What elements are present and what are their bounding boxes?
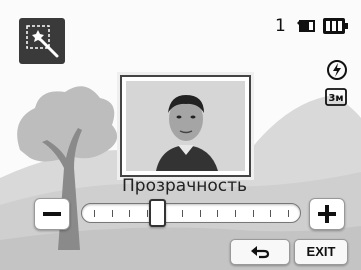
transparency-slider-thumb[interactable]	[149, 199, 167, 227]
size-icon-text: 3м	[328, 93, 343, 104]
slider-tick	[129, 210, 131, 217]
slider-tick	[199, 210, 201, 217]
slider-tick	[182, 210, 184, 217]
slider-tick	[146, 210, 148, 217]
exit-button[interactable]: EXIT	[294, 239, 348, 265]
plus-icon	[318, 205, 336, 223]
decrease-button[interactable]	[34, 198, 70, 230]
shot-count: 1	[275, 16, 286, 36]
slider-tick	[111, 210, 113, 217]
magic-wand-icon[interactable]	[19, 18, 65, 64]
size-3m-icon[interactable]: 3м	[325, 88, 347, 106]
slider-tick	[94, 210, 95, 217]
slider-tick	[235, 210, 237, 217]
back-button[interactable]	[230, 239, 290, 265]
minus-icon	[43, 212, 61, 216]
slider-label: Прозрачность	[122, 176, 248, 196]
slider-tick	[270, 210, 272, 217]
magic-wand-glyph	[26, 25, 59, 58]
transparency-slider-track[interactable]	[81, 203, 301, 223]
flash-auto-icon[interactable]	[327, 60, 347, 80]
memory-card-icon	[297, 20, 315, 32]
battery-full-icon	[323, 18, 348, 34]
slider-tick	[252, 210, 254, 217]
slider-tick	[217, 210, 219, 217]
increase-button[interactable]	[309, 198, 345, 230]
back-arrow-icon	[251, 246, 270, 259]
portrait-thumbnail	[126, 81, 245, 171]
camera-screen: 1 3м Прозрачность EXIT	[0, 0, 361, 270]
photo-preview	[120, 75, 251, 177]
slider-tick	[288, 210, 289, 217]
